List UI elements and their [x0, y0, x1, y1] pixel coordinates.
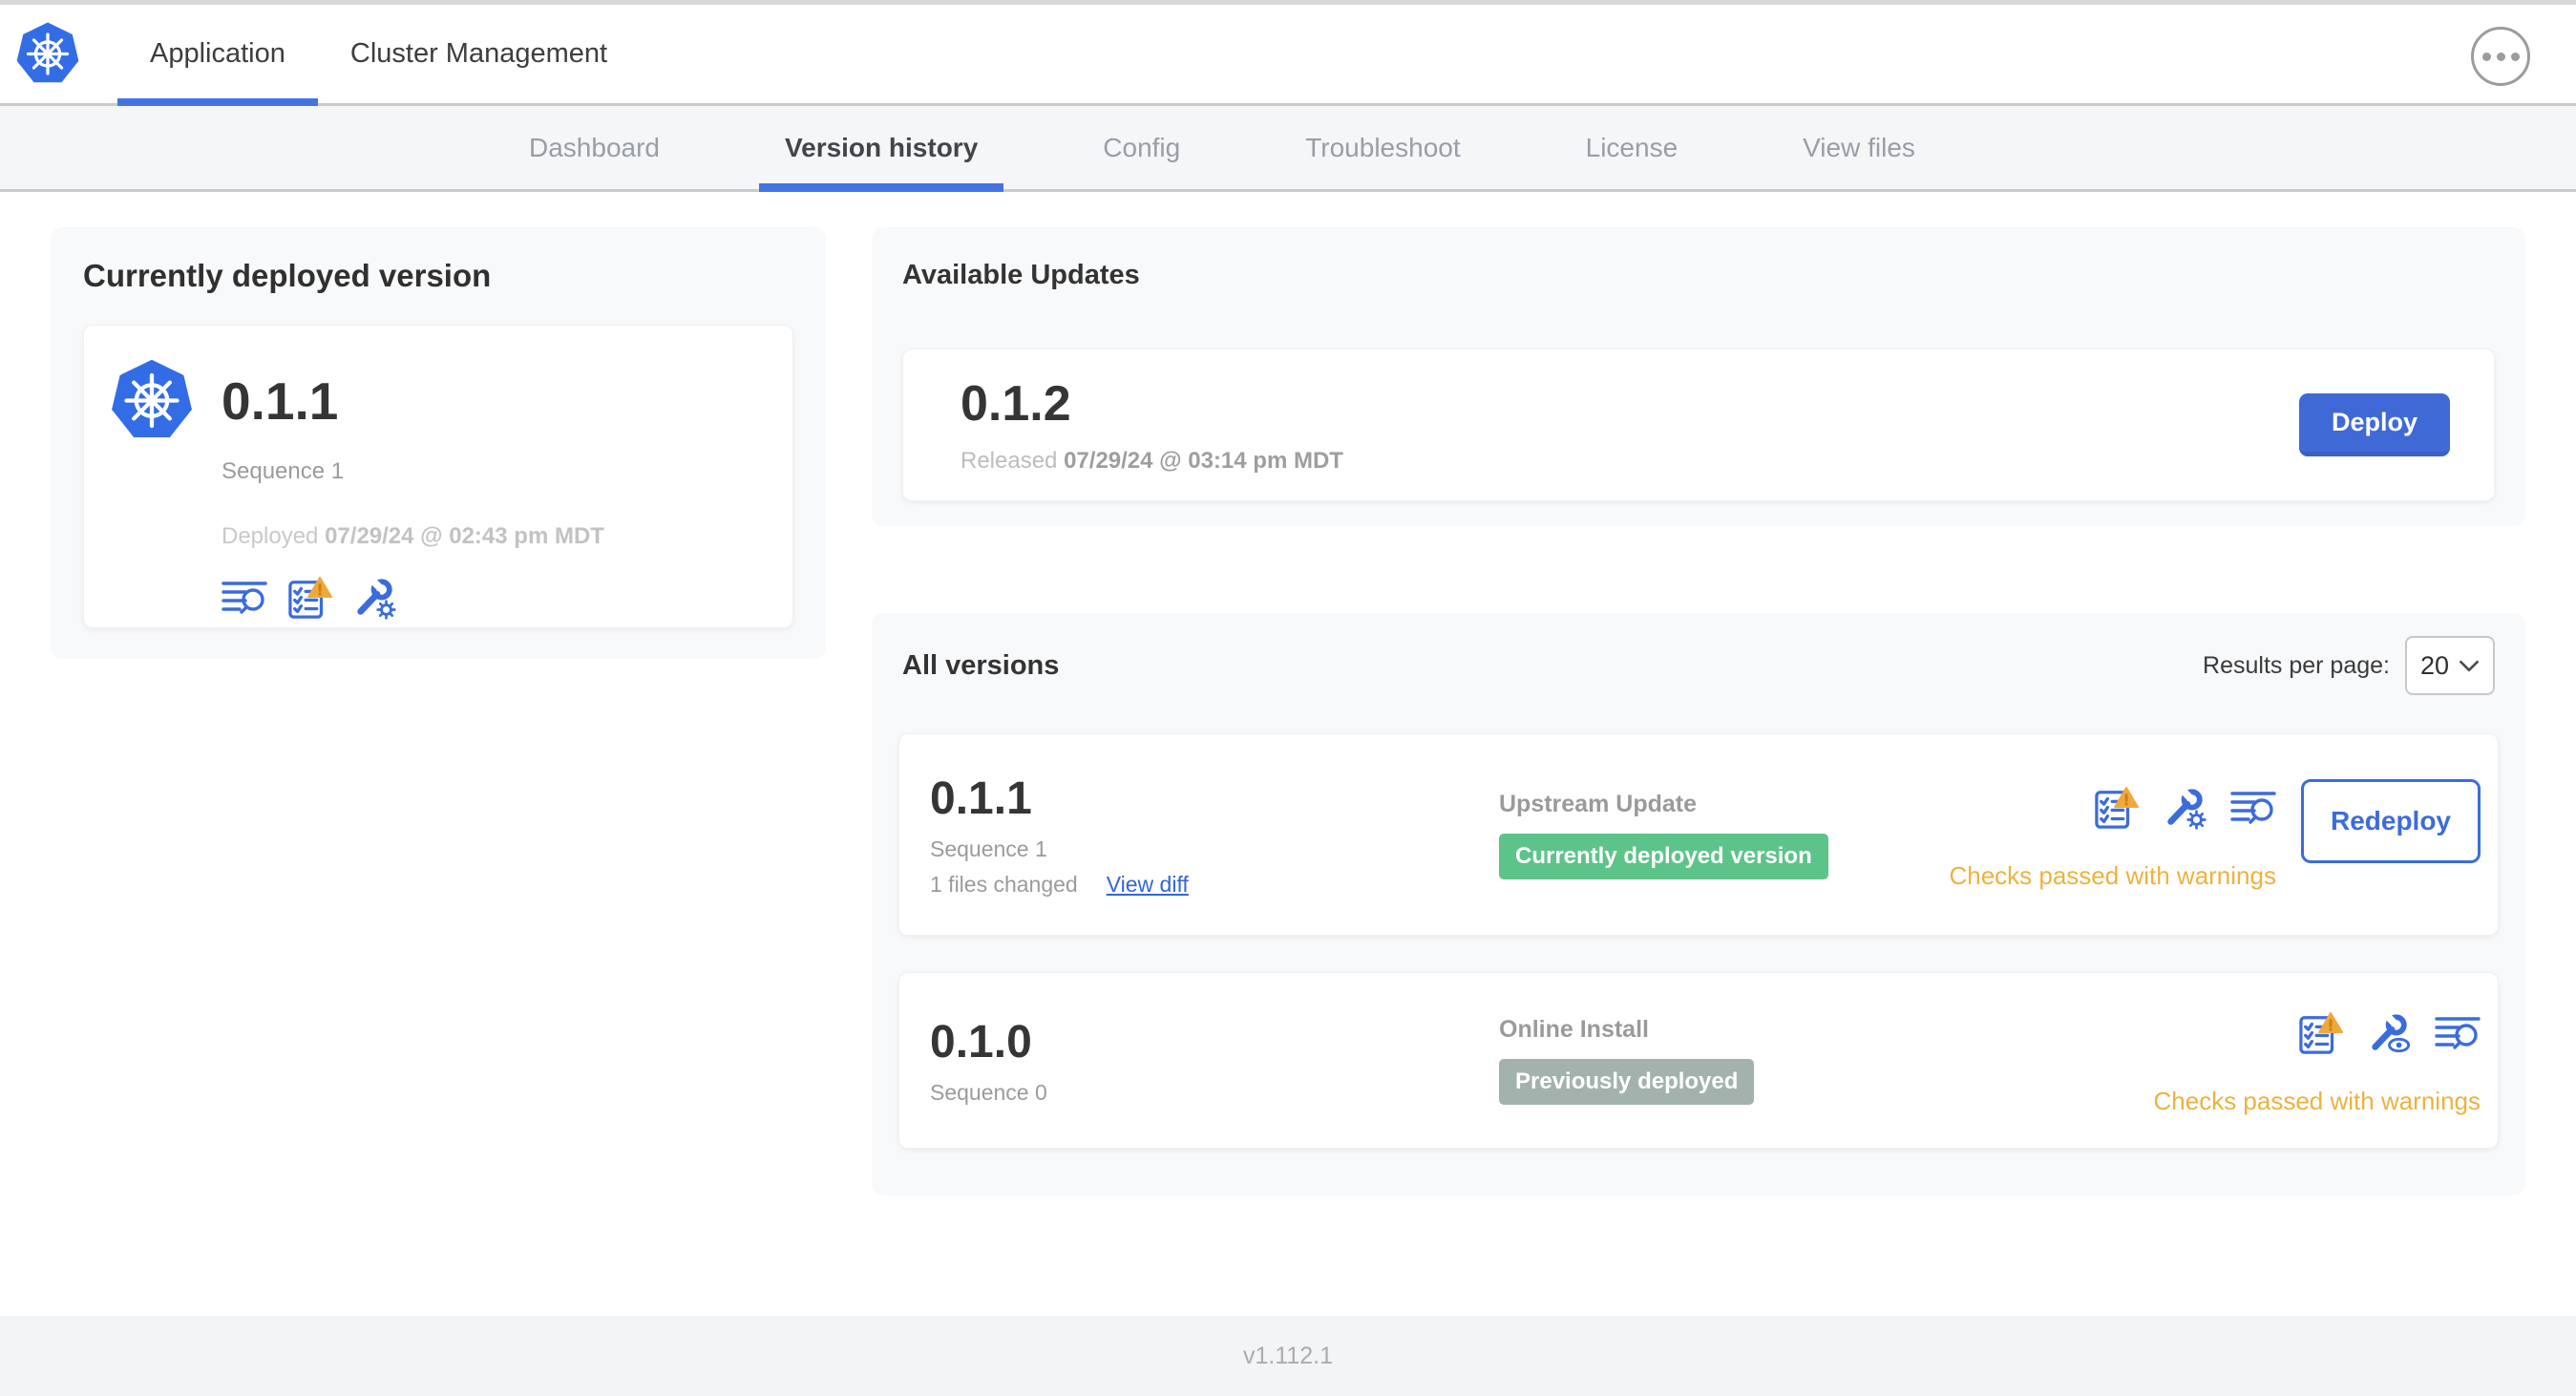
deployed-timestamp: Deployed 07/29/24 @ 02:43 pm MDT — [222, 523, 604, 549]
update-released-timestamp: Released 07/29/24 @ 03:14 pm MDT — [961, 448, 1343, 474]
deploy-button[interactable]: Deploy — [2298, 393, 2450, 456]
topbar-tab-application[interactable]: Application — [117, 5, 318, 106]
preflight-checks-warning-icon[interactable] — [2297, 1012, 2345, 1056]
results-per-page-select[interactable]: 20 — [2405, 636, 2495, 695]
panel-title: Available Updates — [902, 260, 1140, 290]
deployed-sequence: Sequence 1 — [222, 458, 345, 484]
version-row: 0.1.0 Sequence 0 Online Install Previous… — [898, 972, 2499, 1149]
deploy-logs-icon[interactable] — [2435, 1012, 2481, 1056]
panel-title: All versions — [902, 649, 1060, 681]
update-row: 0.1.2 Released 07/29/24 @ 03:14 pm MDT D… — [902, 349, 2495, 501]
tab-license[interactable]: License — [1560, 106, 1704, 189]
config-edit-icon[interactable] — [353, 577, 397, 621]
deploy-logs-icon[interactable] — [222, 577, 267, 621]
all-versions-panel: All versions Results per page: 20 0.1.1 … — [872, 613, 2525, 1195]
panel-title: Currently deployed version — [83, 258, 492, 293]
files-changed: 1 files changed — [930, 871, 1078, 897]
checks-status: Checks passed with warnings — [1949, 860, 2276, 890]
view-diff-link[interactable]: View diff — [1107, 872, 1189, 898]
topbar-tab-label: Application — [150, 38, 285, 69]
app-section-nav: Dashboard Version history Config Trouble… — [0, 106, 2576, 192]
preflight-checks-warning-icon[interactable] — [286, 577, 334, 621]
preflight-checks-warning-icon[interactable] — [2093, 786, 2141, 831]
topbar: Application Cluster Management — [0, 5, 2576, 106]
version-sequence: Sequence 1 — [930, 835, 1047, 861]
kubernetes-logo-icon — [16, 21, 79, 87]
topbar-tab-label: Cluster Management — [349, 38, 608, 69]
status-badge: Previously deployed — [1499, 1059, 1755, 1105]
tab-troubleshoot[interactable]: Troubleshoot — [1279, 106, 1486, 189]
version-sequence: Sequence 0 — [930, 1079, 1047, 1105]
config-edit-icon[interactable] — [2164, 786, 2207, 831]
app-window: Application Cluster Management Dashboard… — [0, 0, 2576, 1396]
version-row: 0.1.1 Sequence 1 1 files changed View di… — [898, 733, 2499, 936]
version-source: Upstream Update — [1499, 790, 1697, 817]
version-number: 0.1.0 — [930, 1016, 1032, 1068]
app-kubernetes-icon — [111, 358, 193, 443]
config-view-icon[interactable] — [2368, 1012, 2412, 1056]
checks-status: Checks passed with warnings — [2153, 1087, 2481, 1115]
console-version: v1.112.1 — [1242, 1342, 1334, 1369]
topbar-tab-cluster-management[interactable]: Cluster Management — [318, 5, 640, 103]
status-badge: Currently deployed version — [1499, 833, 1828, 879]
tab-view-files[interactable]: View files — [1777, 106, 1941, 189]
version-number: 0.1.1 — [930, 772, 1032, 824]
footer: v1.112.1 — [0, 1316, 2576, 1396]
deploy-logs-icon[interactable] — [2230, 787, 2276, 831]
redeploy-button[interactable]: Redeploy — [2300, 778, 2481, 863]
tab-dashboard[interactable]: Dashboard — [503, 106, 686, 189]
overflow-menu-button[interactable] — [2471, 27, 2530, 86]
tab-config[interactable]: Config — [1077, 106, 1206, 189]
deployed-version-number: 0.1.1 — [222, 370, 339, 431]
version-source: Online Install — [1499, 1016, 1649, 1043]
main-content: Currently deployed version 0.1.1 Sequenc… — [0, 192, 2576, 1316]
tab-version-history[interactable]: Version history — [758, 106, 1004, 192]
available-updates-panel: Available Updates 0.1.2 Released 07/29/2… — [872, 227, 2525, 526]
currently-deployed-panel: Currently deployed version 0.1.1 Sequenc… — [51, 227, 826, 659]
ellipsis-icon — [2481, 52, 2491, 61]
deployed-version-card: 0.1.1 Sequence 1 Deployed 07/29/24 @ 02:… — [83, 325, 793, 628]
topbar-tabs: Application Cluster Management — [117, 5, 640, 106]
results-per-page-label: Results per page: — [2203, 651, 2390, 679]
update-version-number: 0.1.2 — [961, 376, 1071, 432]
chevron-down-icon — [2460, 660, 2479, 671]
